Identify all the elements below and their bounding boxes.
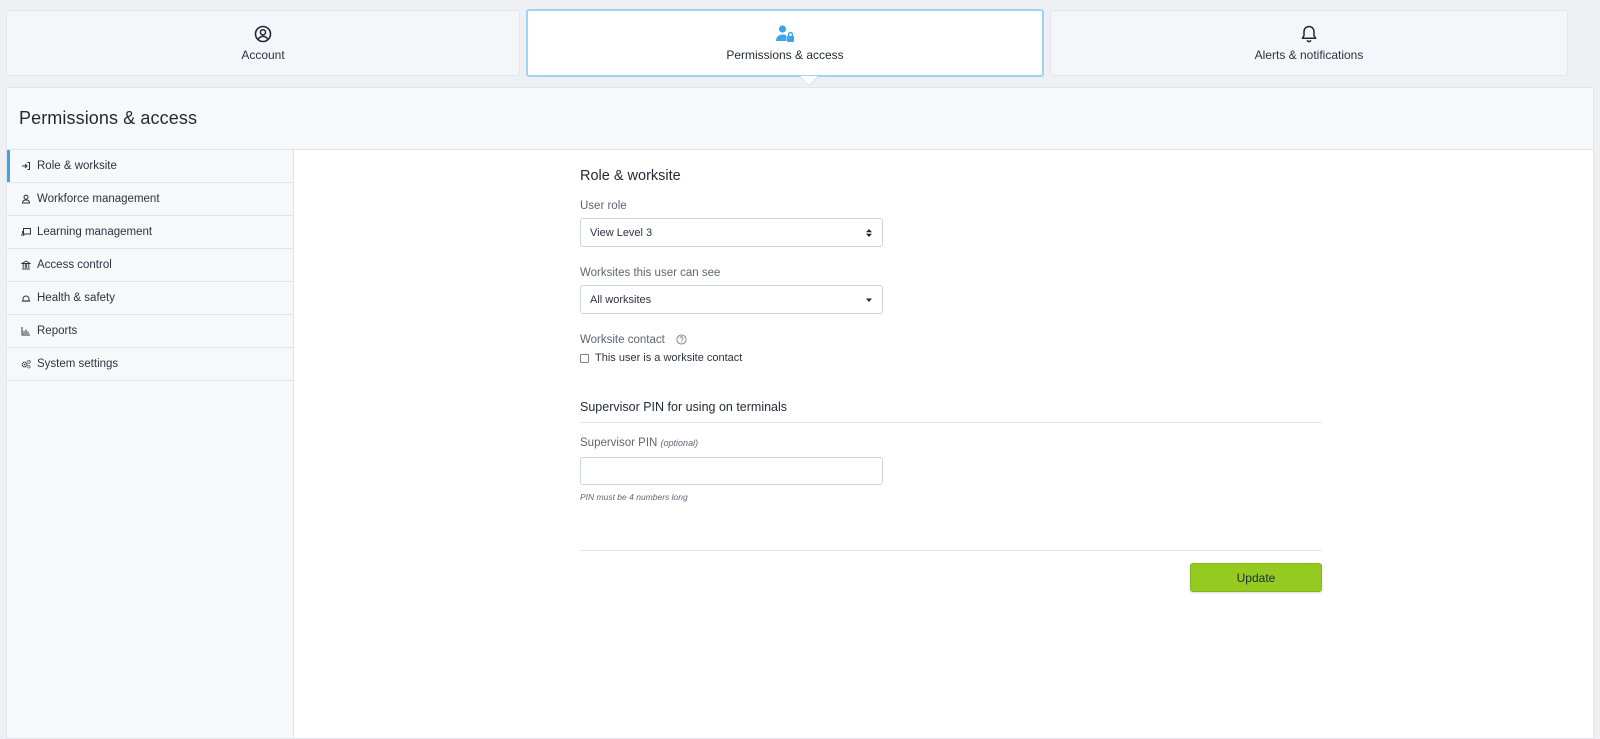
sidebar-item-workforce[interactable]: Workforce management [7, 183, 293, 216]
user-role-label: User role [580, 200, 627, 212]
tab-account[interactable]: Account [6, 10, 520, 76]
pin-hint: PIN must be 4 numbers long [580, 492, 688, 502]
sidebar-item-label: Role & worksite [37, 160, 117, 172]
panel-header: Permissions & access [7, 88, 1593, 150]
section-title: Role & worksite [580, 168, 681, 184]
settings-tabs: Account Permissions & access Alerts & no… [6, 9, 1594, 85]
help-icon[interactable] [676, 334, 687, 345]
sidebar-item-label: Health & safety [37, 292, 115, 304]
user-role-select[interactable]: View Level 3 [580, 218, 883, 247]
bell-icon [1301, 25, 1317, 43]
tab-label: Account [241, 48, 285, 62]
active-tab-pointer [800, 76, 818, 85]
tab-alerts[interactable]: Alerts & notifications [1050, 10, 1568, 76]
sidebar-item-reports[interactable]: Reports [7, 315, 293, 348]
sidebar-item-role-worksite[interactable]: Role & worksite [7, 150, 293, 183]
pin-section-title: Supervisor PIN for using on terminals [580, 400, 1322, 423]
user-lock-icon [776, 25, 794, 42]
form-divider [580, 550, 1322, 551]
tab-label: Permissions & access [726, 48, 844, 62]
pin-label: Supervisor PIN (optional) [580, 437, 1322, 449]
pin-label-text: Supervisor PIN [580, 437, 658, 449]
sidebar-item-health-safety[interactable]: Health & safety [7, 282, 293, 315]
cogs-icon [21, 359, 31, 369]
permissions-panel: Permissions & access Role & worksite Wor… [6, 87, 1594, 739]
worksites-dropdown[interactable]: All worksites [580, 285, 883, 314]
hard-hat-icon [21, 295, 31, 302]
sidebar-item-system-settings[interactable]: System settings [7, 348, 293, 381]
sidebar-item-label: Workforce management [37, 193, 160, 205]
user-icon [21, 194, 31, 204]
page-title: Permissions & access [19, 108, 198, 128]
chalkboard-icon [21, 228, 31, 237]
worksites-value: All worksites [590, 293, 652, 306]
chart-icon [21, 327, 30, 336]
sidebar: Role & worksite Workforce management Lea… [7, 150, 294, 738]
update-button[interactable]: Update [1190, 563, 1322, 592]
building-icon [21, 260, 31, 270]
caret-down-icon [866, 298, 872, 302]
sidebar-item-label: Reports [37, 325, 78, 337]
sidebar-item-learning[interactable]: Learning management [7, 216, 293, 249]
worksite-contact-label: Worksite contact [580, 334, 1322, 346]
main-content: Role & worksite User role View Level 3 W… [294, 150, 1593, 738]
worksite-contact-checkbox[interactable] [580, 353, 589, 363]
sort-arrows-icon [866, 228, 872, 237]
user-role-value: View Level 3 [590, 226, 653, 239]
sidebar-item-label: Learning management [37, 226, 153, 238]
tab-permissions[interactable]: Permissions & access [526, 9, 1044, 77]
user-circle-icon [254, 25, 272, 43]
worksite-contact-row: This user is a worksite contact [580, 352, 1322, 364]
supervisor-pin-input[interactable] [580, 457, 883, 485]
worksites-label: Worksites this user can see [580, 267, 721, 279]
worksite-contact-text: Worksite contact [580, 334, 665, 346]
sidebar-item-label: System settings [37, 358, 119, 370]
form-actions: Update [580, 563, 1322, 592]
tab-label: Alerts & notifications [1254, 48, 1364, 62]
worksite-contact-checkbox-label[interactable]: This user is a worksite contact [595, 352, 742, 364]
pin-optional-text: (optional) [660, 438, 699, 448]
role-worksite-form: Role & worksite User role View Level 3 W… [580, 168, 1322, 592]
sidebar-item-access-control[interactable]: Access control [7, 249, 293, 282]
sign-in-icon [22, 162, 30, 170]
sidebar-item-label: Access control [37, 259, 112, 271]
